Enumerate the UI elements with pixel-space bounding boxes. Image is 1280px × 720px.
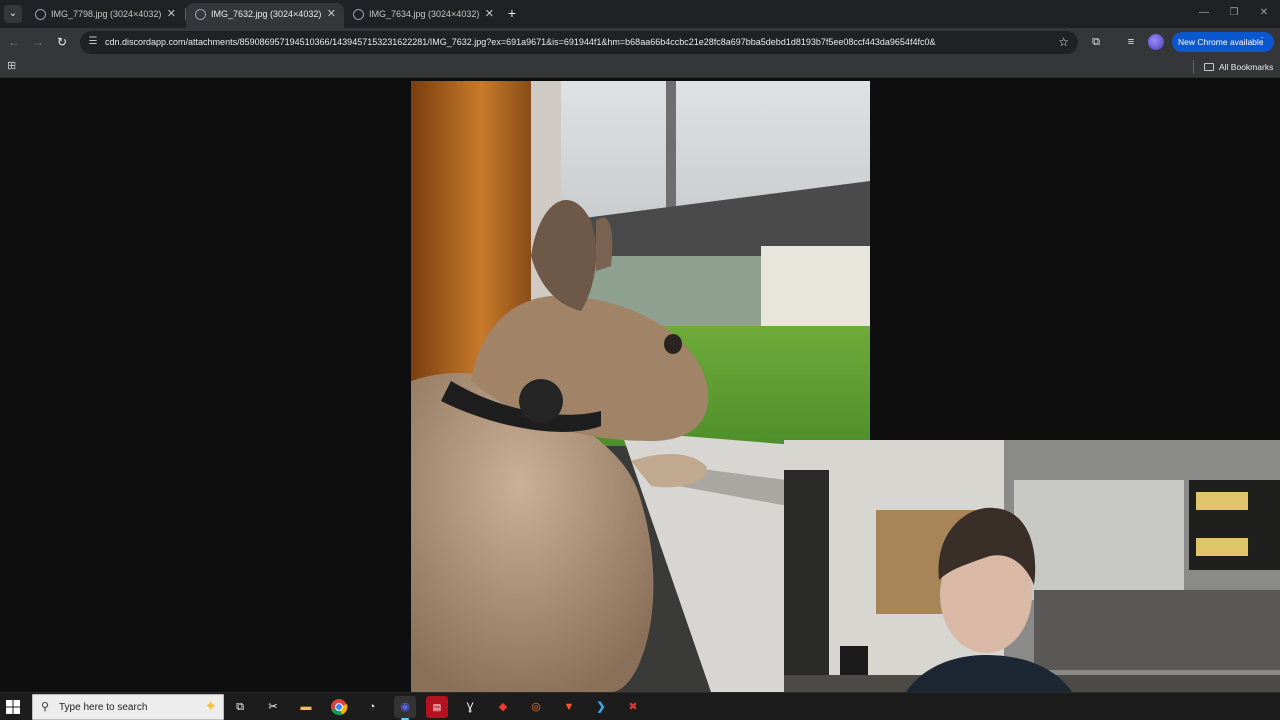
webcam-overlay <box>784 440 1280 720</box>
vscode-icon[interactable]: ❯ <box>590 696 612 718</box>
apps-grid-icon[interactable]: ⊞ <box>7 60 19 72</box>
tab-img-7632[interactable]: IMG_7632.jpg (3024×4032) ✕ <box>186 3 344 28</box>
forward-arrow-icon[interactable]: → <box>29 33 47 51</box>
star-icon[interactable]: ☆ <box>1058 31 1069 54</box>
tab-img-7634[interactable]: IMG_7634.jpg (3024×4032) ✕ <box>344 3 502 28</box>
reload-icon[interactable]: ↻ <box>53 33 71 51</box>
search-placeholder: Type here to search <box>59 702 148 713</box>
speaker <box>840 646 868 676</box>
windows-taskbar: ⚲ Type here to search ✦ ⧉ ✂ ▬ ◔ ◉ ▤ Ɣ ◆ … <box>0 692 1280 720</box>
globe-icon <box>353 9 364 20</box>
doorway <box>784 470 829 690</box>
update-chrome-button[interactable]: New Chrome available ⋮ <box>1172 32 1274 52</box>
copilot-sparkle-icon[interactable]: ✦ <box>204 697 217 717</box>
collar-tracker <box>519 379 563 423</box>
file-explorer-icon[interactable]: ▬ <box>295 696 317 718</box>
close-icon[interactable]: ✕ <box>485 3 494 26</box>
window-mullion <box>666 81 676 216</box>
garage-window <box>1196 538 1248 556</box>
tab-title: IMG_7632.jpg (3024×4032) <box>211 9 322 19</box>
voice-app-icon[interactable]: ▤ <box>426 696 448 718</box>
restore-button[interactable]: ❐ <box>1224 4 1244 22</box>
close-icon[interactable]: ✕ <box>167 3 176 26</box>
tab-img-7798[interactable]: IMG_7798.jpg (3024×4032) ✕ <box>26 3 184 28</box>
media-controls-icon[interactable]: ≡ <box>1122 33 1140 51</box>
new-tab-button[interactable]: + <box>504 4 520 22</box>
close-icon[interactable]: ✕ <box>327 3 336 26</box>
all-bookmarks-label: All Bookmarks <box>1219 62 1274 72</box>
chrome-icon[interactable] <box>328 696 350 718</box>
discord-icon[interactable]: ◉ <box>394 696 416 720</box>
tab-search-button[interactable]: ⌄ <box>4 5 22 23</box>
tab-strip: ⌄ IMG_7798.jpg (3024×4032) ✕ IMG_7632.jp… <box>0 0 1280 28</box>
image-viewer <box>0 78 1280 720</box>
browser-toolbar: ← → ↻ ☰ cdn.discordapp.com/attachments/8… <box>0 28 1280 56</box>
whiteboard <box>1014 480 1184 600</box>
globe-icon <box>195 9 206 20</box>
window-close-button[interactable]: ✕ <box>1254 4 1274 22</box>
site-info-icon[interactable]: ☰ <box>87 36 99 48</box>
taskbar-search-input[interactable]: ⚲ Type here to search ✦ <box>32 694 224 720</box>
tab-title: IMG_7798.jpg (3024×4032) <box>51 9 162 19</box>
update-label: New Chrome available <box>1178 37 1264 47</box>
script-app-icon[interactable]: Ɣ <box>459 696 481 718</box>
back-arrow-icon[interactable]: ← <box>5 33 23 51</box>
task-view-icon[interactable]: ⧉ <box>229 696 251 718</box>
more-vertical-icon: ⋮ <box>1257 36 1267 47</box>
speed-tool-icon[interactable]: ◔ <box>361 696 383 718</box>
windows-start-icon[interactable] <box>4 698 22 716</box>
globe-icon <box>35 9 46 20</box>
avatar[interactable] <box>1148 34 1164 50</box>
brave-icon[interactable]: ▼ <box>558 696 580 718</box>
all-bookmarks-button[interactable]: All Bookmarks <box>1204 56 1273 78</box>
tab-title: IMG_7634.jpg (3024×4032) <box>369 9 480 19</box>
garage-window <box>1196 492 1248 510</box>
red-app-icon[interactable]: ◆ <box>492 696 514 718</box>
bookmarks-divider <box>1193 60 1194 74</box>
capture-app-icon[interactable]: ✖ <box>622 696 644 718</box>
blender-icon[interactable]: ◎ <box>525 696 547 718</box>
puzzle-icon[interactable]: ⧉ <box>1087 33 1105 51</box>
dog-ear-right <box>596 217 613 271</box>
dog-eye <box>664 334 682 354</box>
neighbor-house <box>761 246 870 326</box>
folder-icon <box>1204 63 1214 71</box>
couch <box>1034 590 1280 670</box>
minimize-button[interactable]: — <box>1194 4 1214 22</box>
bookmarks-bar: ⊞ All Bookmarks <box>0 56 1280 78</box>
address-bar[interactable]: ☰ cdn.discordapp.com/attachments/8590869… <box>80 31 1078 54</box>
capcut-icon[interactable]: ✂ <box>262 696 284 718</box>
url-text[interactable]: cdn.discordapp.com/attachments/859086957… <box>105 31 1055 54</box>
search-icon: ⚲ <box>41 701 50 713</box>
